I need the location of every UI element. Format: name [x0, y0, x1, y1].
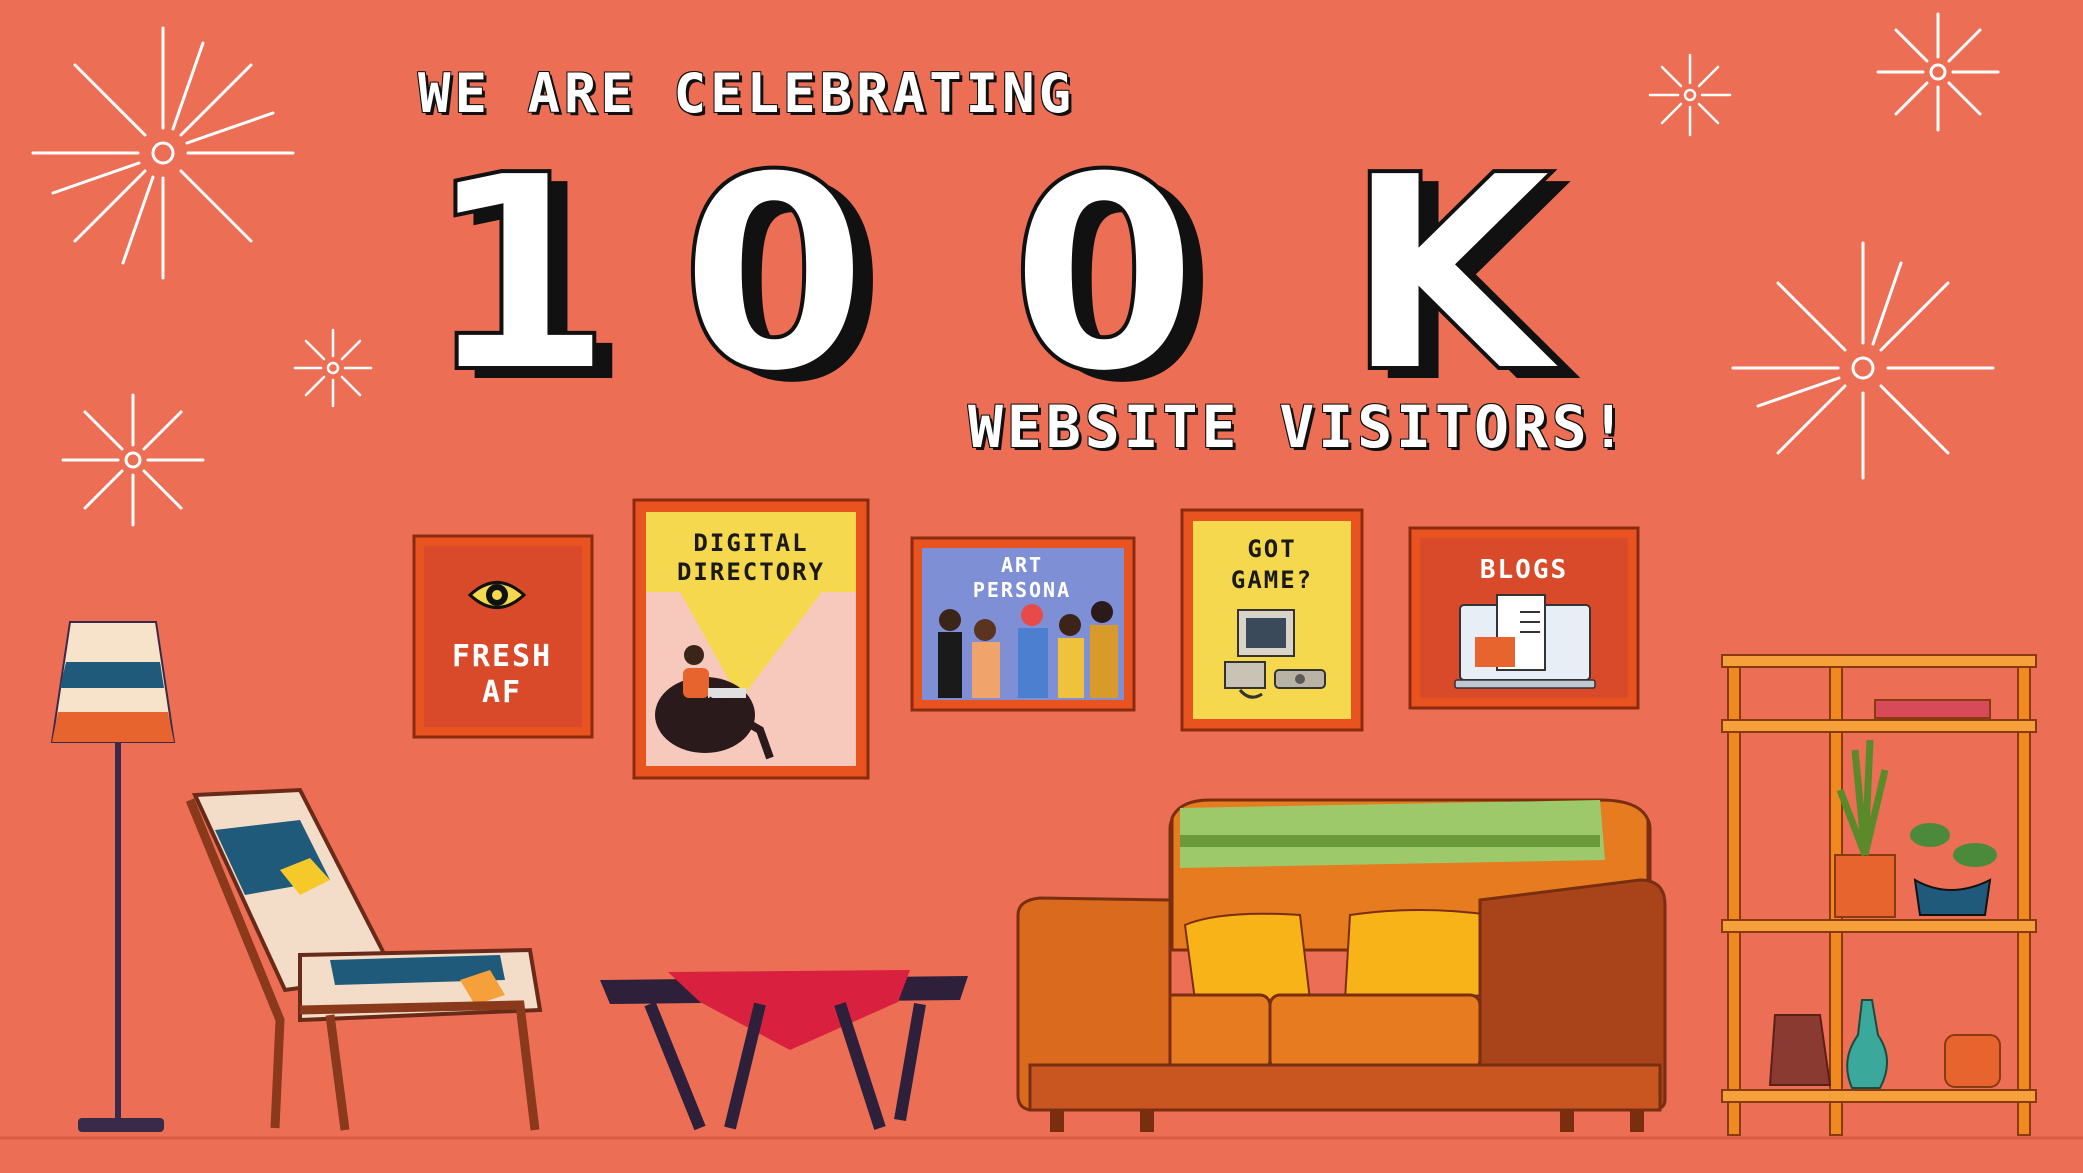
frame-game-line2: GAME?: [1231, 566, 1313, 594]
frame-directory-line1: DIGITAL: [693, 529, 808, 557]
bookshelf: [1721, 654, 2037, 1136]
firework-icon: [1731, 241, 1995, 480]
armchair: [185, 787, 543, 1131]
firework-icon: [61, 393, 205, 527]
firework-icon: [31, 26, 295, 280]
room-illustration: FRESH AF DIGITAL DIRECTORY ART PERSONA G…: [0, 12, 2083, 1140]
frame-digital-directory: DIGITAL DIRECTORY: [632, 498, 870, 780]
frame-art-line2: PERSONA: [973, 578, 1071, 602]
frame-fresh-line1: FRESH: [452, 639, 552, 674]
celebration-scene: WE ARE CELEBRATING 1 0 0 K WEBSITE VISIT…: [0, 0, 2083, 1173]
frame-art-line1: ART: [1001, 553, 1043, 577]
frame-blogs-label: BLOGS: [1480, 555, 1568, 585]
frame-fresh-af: FRESH AF: [412, 534, 594, 739]
sofa: [1016, 798, 1667, 1132]
laptop-blog-icon: [1454, 594, 1596, 689]
frame-fresh-line2: AF: [482, 675, 522, 710]
lamp-icon: [50, 621, 176, 1132]
frame-got-game: GOT GAME?: [1180, 508, 1364, 732]
frame-blogs: BLOGS: [1408, 526, 1640, 710]
firework-icon: [293, 328, 373, 408]
frame-art-persona: ART PERSONA: [910, 536, 1136, 712]
frame-directory-line2: DIRECTORY: [677, 558, 825, 586]
coffee-table: [600, 970, 968, 1131]
firework-icon: [1648, 53, 1732, 137]
firework-icon: [1876, 12, 2000, 132]
frame-game-line1: GOT: [1247, 535, 1296, 563]
